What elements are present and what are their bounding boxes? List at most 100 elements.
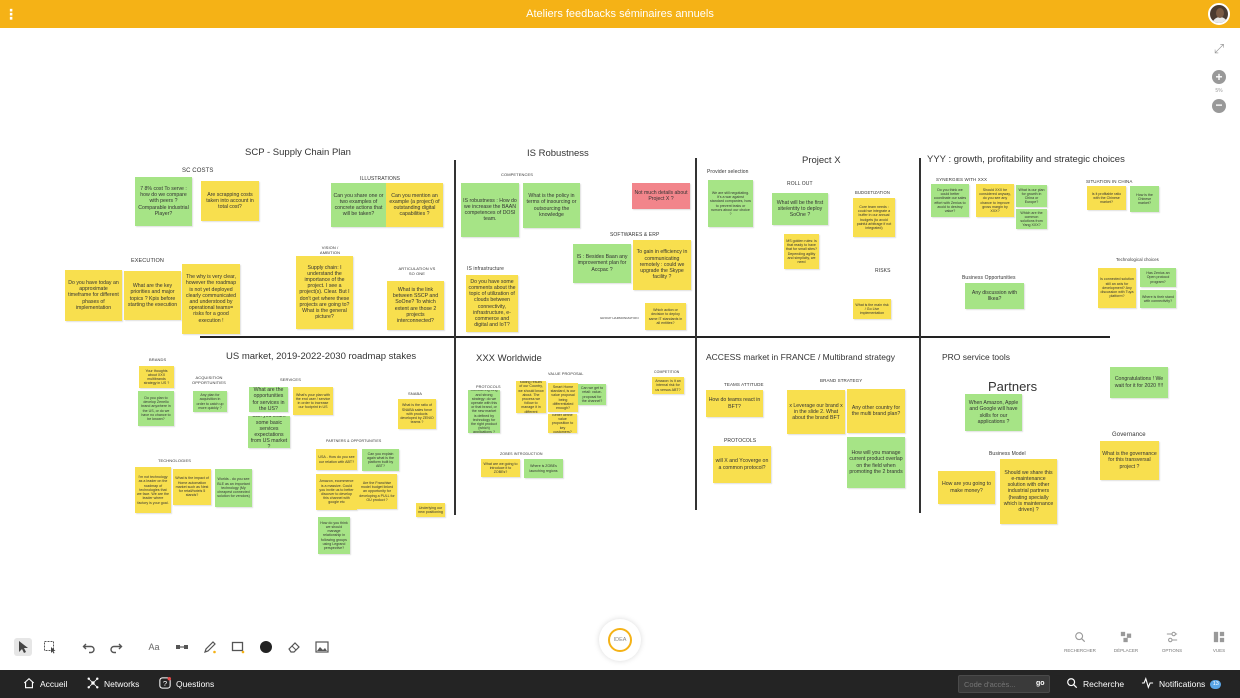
move-tool-label: DÉPLACER bbox=[1113, 648, 1139, 653]
sticky-note[interactable]: Supply chain: I understand the importanc… bbox=[296, 256, 353, 329]
sticky-note[interactable]: MS golden rules: is that ready to have t… bbox=[784, 234, 819, 269]
sticky-note[interactable]: Do you plan to develop Zenello brand any… bbox=[138, 391, 174, 426]
sticky-note[interactable]: To gain in efficiency in communicating r… bbox=[633, 240, 691, 290]
text-icon[interactable]: Aa bbox=[145, 638, 163, 656]
sticky-note[interactable]: Should XXX be considered anyway, do you … bbox=[976, 184, 1014, 217]
search-icon bbox=[1066, 677, 1078, 692]
sticky-note[interactable]: Underlying our new positioning bbox=[416, 503, 445, 517]
color-dot-icon[interactable] bbox=[257, 638, 275, 656]
cluster-label: COMPETENCES bbox=[501, 172, 533, 177]
sticky-note[interactable]: How is the Chinese market? bbox=[1130, 186, 1159, 212]
sticky-note[interactable]: Do you have today an approximate timefra… bbox=[65, 270, 122, 321]
sticky-note[interactable]: What is the governance for this transver… bbox=[1100, 441, 1159, 480]
sticky-note[interactable]: What is the ratio of SNABA sales force w… bbox=[398, 399, 436, 429]
whiteboard-canvas[interactable]: SCP - Supply Chain Plan IS Robustness Pr… bbox=[0, 0, 1240, 620]
cluster-label: TEAMS ATTITUDE bbox=[724, 382, 764, 387]
sticky-note[interactable]: I'm not technology as a leader on the ro… bbox=[135, 467, 171, 513]
sticky-note[interactable]: Congratulations ! We wait for it for 202… bbox=[1110, 367, 1168, 398]
cluster-label: Business Opportunities bbox=[962, 275, 1016, 281]
cluster-label: BRAND STRATEGY bbox=[820, 378, 863, 383]
access-code-go-button[interactable]: go bbox=[1036, 675, 1045, 693]
notifications-badge: 13 bbox=[1210, 679, 1222, 689]
sticky-note[interactable]: Is it profitable ratio with the Chinese … bbox=[1087, 186, 1126, 210]
nav-search[interactable]: Recherche bbox=[1066, 670, 1124, 698]
idea-button[interactable]: IDEA bbox=[599, 619, 641, 661]
sticky-note[interactable]: Should we share this e-maintenance solut… bbox=[1000, 459, 1057, 524]
connector-icon[interactable] bbox=[173, 638, 191, 656]
nav-questions[interactable]: ? Questions bbox=[159, 670, 214, 698]
sticky-note[interactable]: Has Zenius an Open protocol program? bbox=[1140, 268, 1176, 287]
sticky-note[interactable]: When Amazon, Apple and Google will have … bbox=[965, 394, 1022, 431]
sticky-note[interactable]: Which are the common solutions from Yang… bbox=[1016, 209, 1047, 229]
sticky-note[interactable]: Not much details about Project X ? bbox=[632, 183, 690, 209]
sticky-note[interactable]: What is the impact of Home automation ma… bbox=[173, 469, 211, 505]
sticky-note[interactable]: Can you mention an example (a project) o… bbox=[386, 183, 443, 227]
sticky-note[interactable]: Any plan for acquisition in order to cat… bbox=[193, 391, 227, 412]
multi-select-icon[interactable] bbox=[41, 638, 59, 656]
sticky-note[interactable]: Can you explain again what is the platfo… bbox=[362, 449, 399, 471]
sticky-note[interactable]: What are we going to introduce it to ZOB… bbox=[481, 459, 520, 477]
sticky-note[interactable]: What is the link between SSCP and SoOne?… bbox=[387, 281, 444, 330]
sticky-note[interactable]: Which action or decision to deploy same … bbox=[645, 303, 686, 330]
sticky-note[interactable]: Are scrapping costs taken into account i… bbox=[201, 181, 259, 221]
rectangle-icon[interactable] bbox=[229, 638, 247, 656]
undo-icon[interactable] bbox=[80, 638, 98, 656]
sticky-note[interactable]: What will be the first site/entity to de… bbox=[772, 193, 828, 225]
sticky-note[interactable]: What are the key priorities and major to… bbox=[124, 271, 181, 320]
nav-networks[interactable]: Networks bbox=[87, 670, 139, 698]
nav-notifications[interactable]: Notifications 13 bbox=[1141, 670, 1222, 698]
search-tool[interactable]: RECHERCHER bbox=[1062, 630, 1098, 653]
sticky-note[interactable]: What are the opportunities for services … bbox=[249, 387, 288, 412]
sticky-note[interactable]: How are you going to make money? bbox=[938, 471, 995, 504]
nav-home[interactable]: Accueil bbox=[23, 670, 67, 698]
sticky-note[interactable]: Your thoughts about XXX multibrands stra… bbox=[139, 366, 174, 388]
views-tool[interactable]: VUES bbox=[1201, 630, 1237, 653]
sticky-note[interactable]: will X and Ycoverge on a common protocol… bbox=[713, 446, 771, 483]
pen-icon[interactable] bbox=[201, 638, 219, 656]
sticky-note[interactable]: Any discussion with Ilkea? bbox=[965, 283, 1024, 309]
options-tool[interactable]: OPTIONS bbox=[1154, 630, 1190, 653]
sticky-note[interactable]: What is our plan for growth in China or … bbox=[1016, 185, 1047, 207]
sticky-note[interactable]: We are still negotiating. It's a war aga… bbox=[708, 180, 753, 227]
sticky-note[interactable]: Is connected solution still an axis for … bbox=[1098, 268, 1136, 308]
search-icon bbox=[1062, 630, 1098, 648]
redo-icon[interactable] bbox=[107, 638, 125, 656]
sticky-note[interactable]: Interesting and stating results of our C… bbox=[516, 381, 546, 413]
sticky-note[interactable]: What is the main risk / Go Live implemen… bbox=[853, 299, 891, 319]
sticky-note[interactable]: 7 8% cost To serve : how do we compare w… bbox=[135, 177, 192, 226]
sticky-note[interactable]: Do you think we could better coordinate … bbox=[931, 184, 969, 217]
eraser-icon[interactable] bbox=[285, 638, 303, 656]
sticky-note[interactable]: Where is their stand with connectivity? bbox=[1140, 290, 1176, 308]
grid-divider-vertical bbox=[454, 160, 456, 515]
sticky-note[interactable]: Core team needs : could we integrate a b… bbox=[853, 198, 895, 237]
sticky-note[interactable]: Considering long and strong strategy: do… bbox=[468, 390, 500, 433]
sticky-note[interactable]: How will you manage current product over… bbox=[847, 437, 905, 488]
sticky-note[interactable]: Better define value proposition to key c… bbox=[548, 414, 577, 433]
sticky-note[interactable]: Amazon, ecommerce is a massive. Could yo… bbox=[316, 474, 357, 510]
sticky-note[interactable]: Amazon: is it an internal risk for us ve… bbox=[652, 377, 684, 394]
move-tool[interactable]: DÉPLACER bbox=[1108, 630, 1144, 653]
sticky-note[interactable]: Smart Home standard, is our value propos… bbox=[548, 383, 578, 412]
sticky-note[interactable]: Can you share some basic services expect… bbox=[248, 416, 290, 448]
sticky-note[interactable]: Where is ZOBEs launching regions bbox=[524, 459, 563, 478]
image-icon[interactable] bbox=[313, 638, 331, 656]
sticky-note[interactable]: Can you share one or two examples of con… bbox=[331, 183, 386, 227]
sticky-note[interactable]: How do teams react in BFT? bbox=[706, 390, 763, 417]
sticky-note[interactable]: x Leverage our brand x in the slide 2. W… bbox=[787, 390, 845, 434]
cluster-label: Technological choices bbox=[1116, 257, 1159, 262]
section-title: IS Robustness bbox=[527, 148, 589, 159]
sticky-note[interactable]: Any other country for the multi brand pl… bbox=[847, 389, 905, 433]
sticky-note[interactable]: USA - How do you see our relation with A… bbox=[316, 449, 357, 470]
sticky-note[interactable]: What is the policy in terms of insourcin… bbox=[523, 183, 580, 228]
sticky-note[interactable]: IS robustness : How do we increase the B… bbox=[461, 183, 519, 237]
sticky-note[interactable]: The why is very clear, however the roadm… bbox=[182, 264, 240, 334]
sticky-note[interactable]: Can we get to retail: value-proposal for… bbox=[578, 384, 606, 405]
nav-networks-label: Networks bbox=[104, 679, 140, 689]
sticky-note[interactable]: Worlds - do you see BLE as an important … bbox=[215, 469, 252, 507]
pointer-icon[interactable] bbox=[14, 638, 32, 656]
sticky-note[interactable]: IS : Besides Baan any improvement plan f… bbox=[573, 244, 631, 283]
sticky-note[interactable]: How do you think we should manage relati… bbox=[318, 517, 350, 554]
sticky-note[interactable]: Do you have some comments about the topi… bbox=[466, 275, 518, 332]
sticky-note[interactable]: Are the Franchise model budget linked an… bbox=[357, 474, 397, 509]
sticky-note[interactable]: What's your plan with the end user / ser… bbox=[293, 387, 333, 415]
